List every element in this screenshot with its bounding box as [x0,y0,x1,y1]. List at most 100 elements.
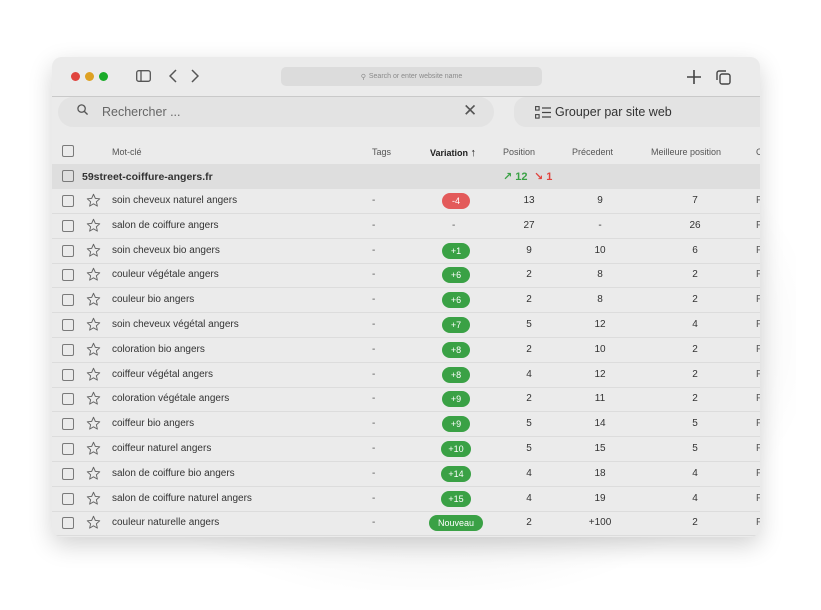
column-cut[interactable]: C [756,147,760,157]
table-row[interactable]: soin cheveux bio angers - +1 9 10 6 F [52,239,760,264]
variation-cell: - [452,219,456,231]
cut-off-cell: F [756,467,760,479]
row-checkbox[interactable] [62,294,74,307]
table-row[interactable]: coiffeur végétal angers - +8 4 12 2 F [52,363,760,388]
row-checkbox[interactable] [62,319,74,331]
table-row[interactable]: couleur naturelle angers - Nouveau 2 +100 2 F [52,511,760,537]
previous-position-cell: 8 [597,294,603,306]
table-row[interactable]: salon de coiffure bio angers - +14 4 18 4 F [52,462,760,487]
row-checkbox[interactable] [62,492,74,505]
favorite-star-icon[interactable] [86,515,101,530]
table-row[interactable]: couleur végétale angers - +6 2 8 2 F [52,263,760,289]
sidebar-icon[interactable] [136,70,151,82]
group-checkbox[interactable] [62,170,74,182]
keyword-cell: coiffeur naturel angers [112,443,212,454]
tabs-icon[interactable] [716,70,731,85]
table-row[interactable]: salon de coiffure angers - - 27 - 26 F [52,214,760,239]
row-checkbox[interactable] [62,467,74,480]
favorite-star-icon[interactable] [86,267,101,282]
maximize-window-button[interactable] [99,72,108,81]
favorite-star-icon[interactable] [86,243,101,258]
address-bar-placeholder: Search or enter website name [368,73,463,80]
row-checkbox[interactable] [62,244,74,257]
variation-badge: +9 [442,416,470,433]
best-position-cell: 2 [692,343,698,355]
column-tags[interactable]: Tags [372,147,391,157]
keyword-cell: couleur végétale angers [112,269,219,281]
close-window-button[interactable] [71,72,80,81]
forward-icon[interactable] [191,69,199,83]
column-variation-label: Variation [430,148,469,158]
favorite-star-icon[interactable] [86,367,101,382]
favorite-star-icon[interactable] [86,342,101,357]
plus-icon[interactable] [687,70,701,84]
favorite-star-icon[interactable] [86,317,101,332]
favorite-star-icon[interactable] [86,466,101,481]
best-position-cell: 2 [692,368,698,380]
address-bar[interactable]: ⚲ Search or enter website name [281,67,542,86]
cut-off-cell: F [756,368,760,380]
tags-cell: - [372,269,376,281]
clear-search-icon[interactable]: ✕ [463,102,477,119]
row-checkbox[interactable] [62,368,74,381]
column-previous[interactable]: Précedent [572,147,613,157]
row-checkbox[interactable] [62,393,74,406]
previous-position-cell: 12 [594,319,606,330]
previous-position-cell: 8 [597,269,603,281]
group-by-website-button[interactable]: Grouper par site web [514,97,760,127]
best-position-cell: 4 [692,319,698,330]
position-cell: 2 [526,343,532,355]
table-row[interactable]: soin cheveux naturel angers - -4 13 9 7 F [52,189,760,214]
website-group-row[interactable]: 59street-coiffure-angers.fr ↗ 12 ↘ 1 [52,164,760,189]
select-all-checkbox[interactable] [62,145,74,157]
keyword-cell: coiffeur bio angers [112,418,195,430]
row-checkbox[interactable] [62,418,74,431]
table-row[interactable]: coiffeur bio angers - +9 5 14 5 F [52,412,760,438]
previous-position-cell: 12 [594,368,606,380]
column-variation[interactable]: Variation ↑ [430,147,476,159]
row-checkbox[interactable] [62,343,74,356]
back-icon[interactable] [169,69,177,83]
cut-off-cell: F [756,517,760,529]
favorite-star-icon[interactable] [86,441,101,456]
favorite-star-icon[interactable] [86,292,101,307]
row-checkbox[interactable] [62,269,74,282]
table-row[interactable]: coloration bio angers - +8 2 10 2 F [52,338,760,363]
favorite-star-icon[interactable] [86,491,101,506]
favorite-star-icon[interactable] [86,391,101,406]
favorite-star-icon[interactable] [86,193,101,208]
favorite-star-icon[interactable] [86,416,101,431]
column-keyword[interactable]: Mot-clé [112,147,142,157]
keyword-cell: coloration bio angers [112,343,205,355]
website-name: 59street-coiffure-angers.fr [82,171,213,183]
row-checkbox[interactable] [62,219,74,232]
position-cell: 4 [526,492,532,504]
table-row[interactable]: coiffeur naturel angers - +10 5 15 5 F [52,437,760,462]
cut-off-cell: F [756,319,760,330]
row-checkbox[interactable] [62,443,74,455]
column-best-position[interactable]: Meilleure position [651,147,721,157]
best-position-cell: 5 [692,443,698,454]
position-cell: 2 [526,269,532,281]
cut-off-cell: F [756,343,760,355]
favorite-star-icon[interactable] [86,218,101,233]
keyword-cell: couleur naturelle angers [112,517,220,529]
keyword-cell: salon de coiffure naturel angers [112,492,252,504]
column-position[interactable]: Position [503,147,535,157]
row-checkbox[interactable] [62,517,74,530]
search-input[interactable]: Rechercher ... ✕ [58,97,494,127]
table-row[interactable]: salon de coiffure naturel angers - +15 4 19 4… [52,487,760,512]
table-row[interactable]: soin cheveux végétal angers - +7 5 12 4 F [52,313,760,338]
keyword-cell: couleur bio angers [112,294,195,306]
row-checkbox[interactable] [62,195,74,207]
previous-position-cell: +100 [588,517,612,529]
best-position-cell: 6 [692,244,698,256]
position-cell: 5 [526,443,532,454]
previous-position-cell: 9 [597,195,603,206]
table-row[interactable]: coloration végétale angers - +9 2 11 2 F [52,387,760,413]
previous-position-cell: 10 [594,343,606,355]
minimize-window-button[interactable] [85,72,94,81]
table-row[interactable]: couleur bio angers - +6 2 8 2 F [52,288,760,314]
best-position-cell: 4 [692,467,698,479]
cut-off-cell: F [756,269,760,281]
